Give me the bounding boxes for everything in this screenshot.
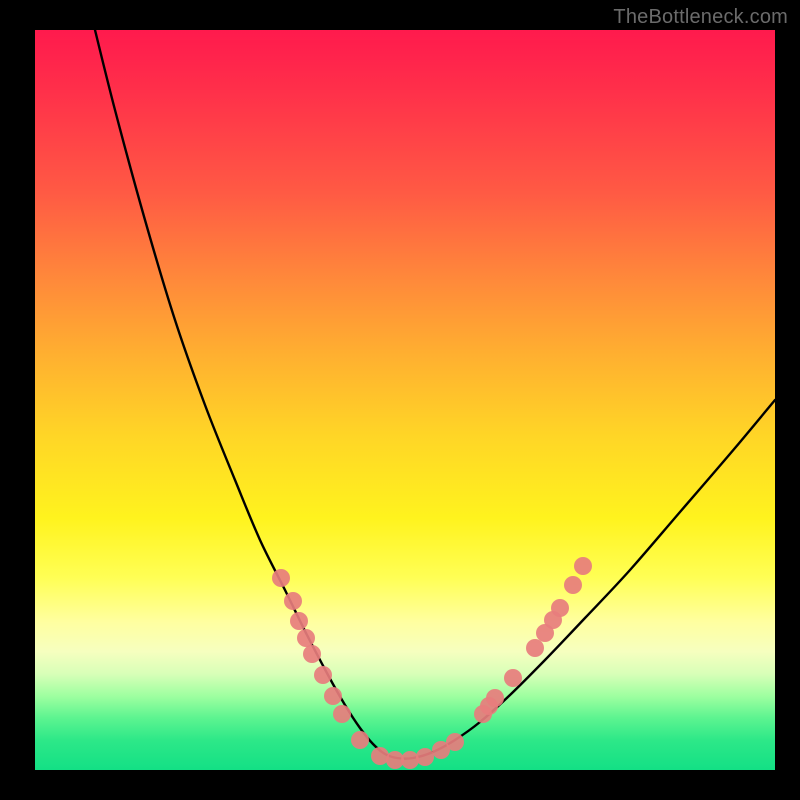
- marker-dot: [297, 629, 315, 647]
- chart-svg: [35, 30, 775, 770]
- marker-dot: [574, 557, 592, 575]
- marker-dot: [504, 669, 522, 687]
- marker-dot: [351, 731, 369, 749]
- plot-area: [35, 30, 775, 770]
- marker-dot: [446, 733, 464, 751]
- marker-dot: [401, 751, 419, 769]
- marker-dot: [290, 612, 308, 630]
- marker-dot: [551, 599, 569, 617]
- marker-dot: [324, 687, 342, 705]
- marker-dot: [333, 705, 351, 723]
- watermark-text: TheBottleneck.com: [613, 6, 788, 29]
- marker-dot: [486, 689, 504, 707]
- marker-dot: [284, 592, 302, 610]
- marker-dot: [416, 748, 434, 766]
- marker-dot: [564, 576, 582, 594]
- marker-dot: [272, 569, 290, 587]
- marker-dot: [526, 639, 544, 657]
- chart-frame: TheBottleneck.com: [0, 0, 800, 800]
- marker-dot: [314, 666, 332, 684]
- curve-line: [95, 30, 775, 759]
- marker-dots: [272, 557, 592, 769]
- marker-dot: [303, 645, 321, 663]
